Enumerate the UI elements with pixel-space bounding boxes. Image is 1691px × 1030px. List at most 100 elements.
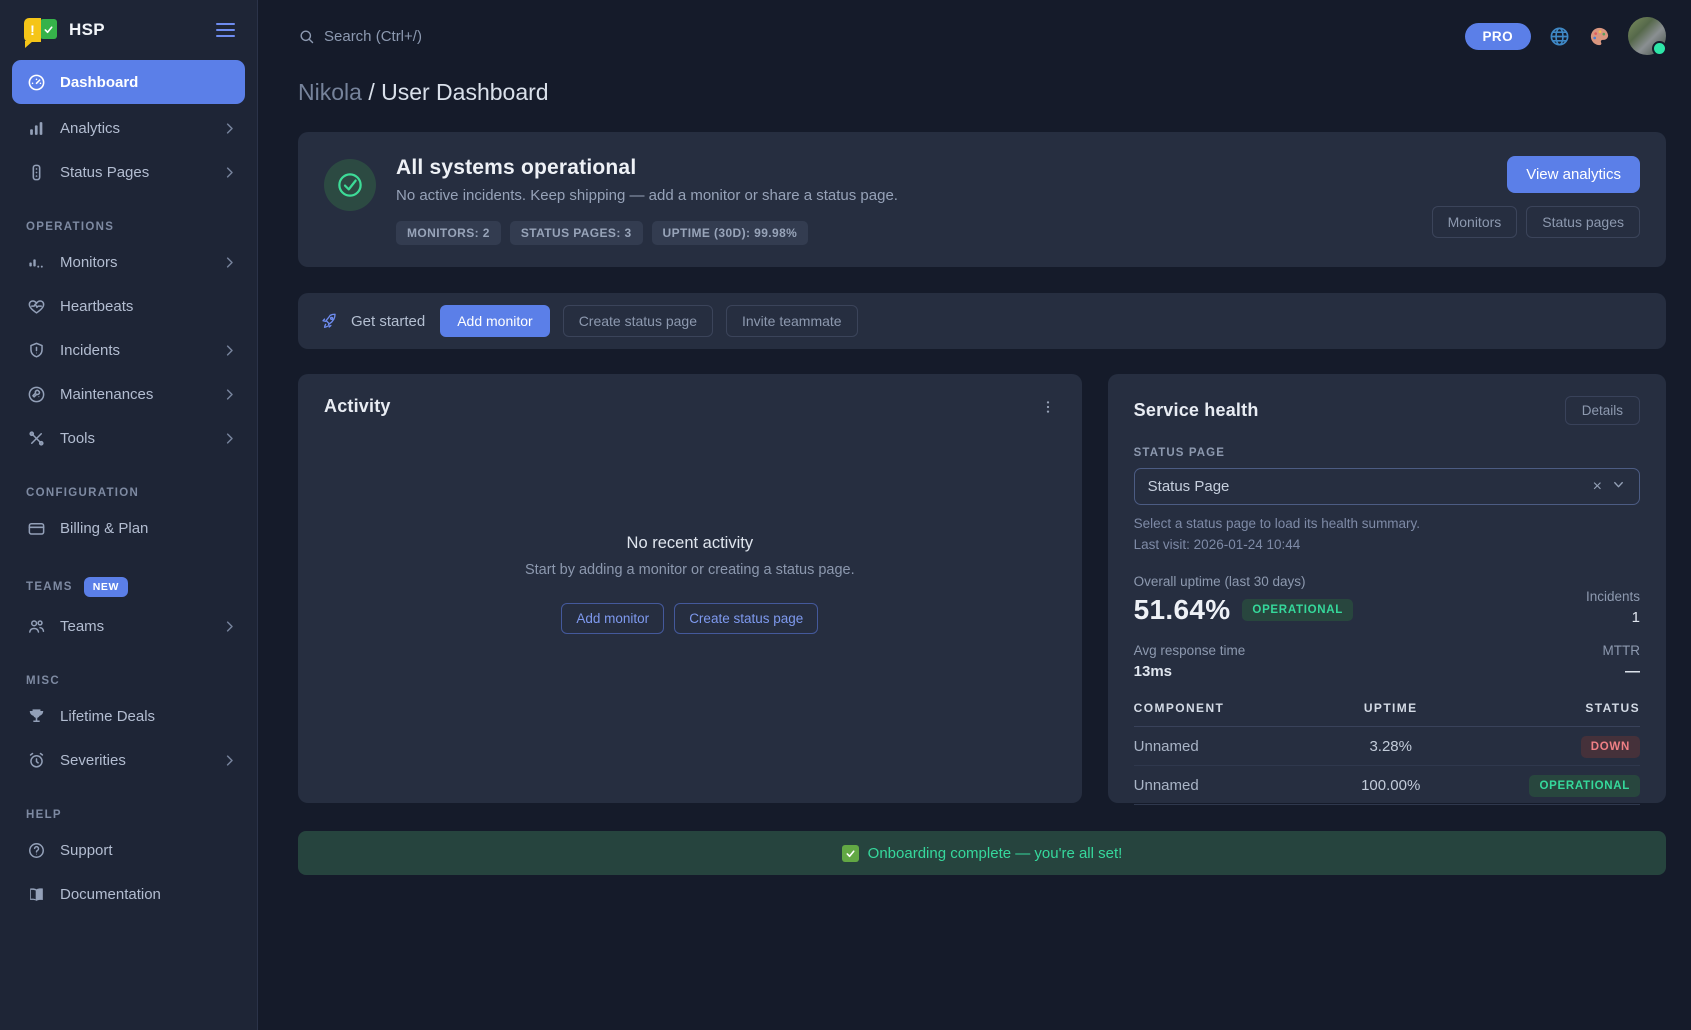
kebab-menu-icon[interactable] [1040, 399, 1056, 415]
sidebar-item-label: Documentation [60, 886, 161, 903]
onboarding-complete-banner: Onboarding complete — you're all set! [298, 831, 1666, 875]
logo-check-icon [40, 19, 57, 39]
create-status-page-button[interactable]: Create status page [563, 305, 713, 337]
uptime-value: 51.64% [1134, 594, 1231, 626]
create-status-page-button[interactable]: Create status page [674, 603, 818, 634]
operational-badge: OPERATIONAL [1529, 775, 1640, 797]
clear-icon[interactable]: × [1593, 479, 1602, 495]
logo-row: ! HSP [0, 0, 257, 56]
get-started-label: Get started [351, 313, 425, 330]
sidebar-item-label: Tools [60, 430, 95, 447]
sidebar-item-label: Severities [60, 752, 126, 769]
sidebar-item-heartbeats[interactable]: Heartbeats [0, 284, 257, 328]
status-pages-button[interactable]: Status pages [1526, 206, 1640, 238]
chevron-right-icon [222, 753, 237, 768]
avg-response-label: Avg response time [1134, 643, 1246, 658]
operational-badge: OPERATIONAL [1242, 599, 1353, 621]
sidebar-item-tools[interactable]: Tools [0, 416, 257, 460]
monitors-button[interactable]: Monitors [1432, 206, 1518, 238]
chevron-right-icon [222, 343, 237, 358]
users-icon [26, 616, 46, 636]
sidebar-section-operations: OPERATIONS [0, 221, 257, 233]
app-title: HSP [69, 20, 105, 40]
col-status: STATUS [1469, 701, 1640, 715]
sidebar-section-help: HELP [0, 809, 257, 821]
sidebar-item-support[interactable]: Support [0, 828, 257, 872]
sidebar-item-label: Status Pages [60, 164, 149, 181]
empty-state-subtitle: Start by adding a monitor or creating a … [525, 562, 855, 578]
chevron-right-icon [222, 255, 237, 270]
breadcrumb-parent[interactable]: Nikola [298, 79, 362, 105]
mttr-label: MTTR [1603, 643, 1641, 658]
sidebar-item-label: Monitors [60, 254, 118, 271]
component-uptime: 3.28% [1313, 738, 1469, 755]
app-logo-icon: ! [24, 18, 57, 42]
sidebar-item-lifetime-deals[interactable]: Lifetime Deals [0, 694, 257, 738]
sidebar-item-status-pages[interactable]: Status Pages [0, 150, 257, 194]
cards-row: Activity No recent activity Start by add… [298, 374, 1666, 803]
user-avatar[interactable] [1628, 17, 1666, 55]
sidebar-item-maintenances[interactable]: Maintenances [0, 372, 257, 416]
check-circle-icon [324, 159, 376, 211]
table-row[interactable]: Unnamed 100.00% OPERATIONAL [1134, 766, 1640, 805]
chevron-right-icon [222, 165, 237, 180]
wrench-icon [26, 384, 46, 404]
topbar-right: PRO [1465, 17, 1666, 55]
component-name: Unnamed [1134, 777, 1313, 794]
chevron-right-icon [222, 121, 237, 136]
empty-state-title: No recent activity [627, 534, 754, 553]
banner-text: Onboarding complete — you're all set! [868, 845, 1123, 862]
table-row[interactable]: Unnamed 3.28% DOWN [1134, 727, 1640, 766]
globe-icon[interactable] [1548, 25, 1571, 48]
theme-palette-icon[interactable] [1588, 25, 1611, 48]
main-area: PRO Nikola / User Dashboard [258, 0, 1691, 1030]
components-table: COMPONENT UPTIME STATUS Unnamed 3.28% DO… [1134, 701, 1640, 805]
view-analytics-button[interactable]: View analytics [1507, 156, 1640, 193]
details-button[interactable]: Details [1565, 396, 1640, 425]
sidebar-item-teams[interactable]: Teams [0, 604, 257, 648]
component-name: Unnamed [1134, 738, 1313, 755]
sidebar-item-incidents[interactable]: Incidents [0, 328, 257, 372]
sidebar-item-label: Lifetime Deals [60, 708, 155, 725]
sidebar-item-label: Billing & Plan [60, 520, 148, 537]
chevron-down-icon[interactable] [1611, 477, 1626, 497]
avg-response-value: 13ms [1134, 663, 1246, 680]
tools-icon [26, 428, 46, 448]
hamburger-menu-icon[interactable] [216, 23, 235, 37]
search-box[interactable] [298, 28, 644, 45]
book-icon [26, 884, 46, 904]
incidents-value: 1 [1586, 609, 1640, 626]
check-emoji-icon [842, 845, 859, 862]
col-uptime: UPTIME [1313, 701, 1469, 715]
gauge-icon [26, 72, 46, 92]
breadcrumb: Nikola / User Dashboard [298, 79, 1666, 106]
table-header-row: COMPONENT UPTIME STATUS [1134, 701, 1640, 727]
search-input[interactable] [324, 28, 644, 45]
sidebar-item-billing-plan[interactable]: Billing & Plan [0, 506, 257, 550]
mttr-value: — [1603, 663, 1641, 680]
add-monitor-button[interactable]: Add monitor [440, 305, 549, 337]
sidebar-item-documentation[interactable]: Documentation [0, 872, 257, 916]
activity-title: Activity [324, 396, 391, 417]
chevron-right-icon [222, 387, 237, 402]
activity-empty-state: No recent activity Start by adding a mon… [324, 417, 1056, 781]
pro-badge[interactable]: PRO [1465, 23, 1531, 50]
status-page-select[interactable]: Status Page × [1134, 468, 1640, 505]
sidebar-item-dashboard[interactable]: Dashboard [12, 60, 245, 104]
invite-teammate-button[interactable]: Invite teammate [726, 305, 858, 337]
status-pages-count-chip: STATUS PAGES: 3 [510, 221, 643, 245]
hero-subtitle: No active incidents. Keep shipping — add… [396, 187, 898, 204]
sidebar-item-label: Dashboard [60, 74, 138, 91]
add-monitor-button[interactable]: Add monitor [561, 603, 664, 634]
select-helper-text: Select a status page to load its health … [1134, 516, 1640, 531]
sidebar-section-teams: TEAMS NEW [0, 577, 257, 597]
sidebar-item-analytics[interactable]: Analytics [0, 106, 257, 150]
sidebar-item-monitors[interactable]: Monitors [0, 240, 257, 284]
chevron-right-icon [222, 431, 237, 446]
down-badge: DOWN [1581, 736, 1640, 758]
activity-card: Activity No recent activity Start by add… [298, 374, 1082, 803]
sidebar-item-label: Teams [60, 618, 104, 635]
sidebar-section-configuration: CONFIGURATION [0, 487, 257, 499]
shield-alert-icon [26, 340, 46, 360]
sidebar-item-severities[interactable]: Severities [0, 738, 257, 782]
